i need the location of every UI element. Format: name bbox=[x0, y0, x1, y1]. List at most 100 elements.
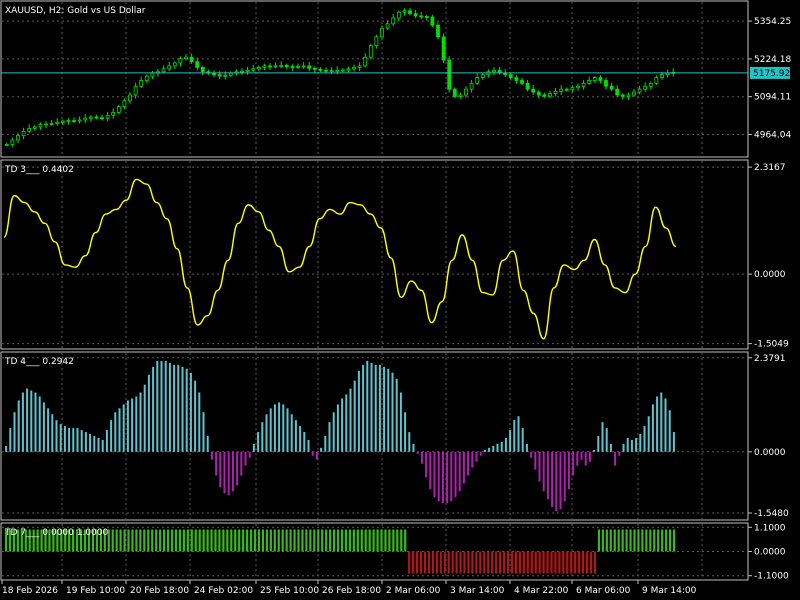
candle-body bbox=[648, 82, 653, 87]
candle-body bbox=[559, 88, 564, 92]
candle-body bbox=[72, 120, 76, 122]
candle-body bbox=[256, 66, 261, 70]
candle-body bbox=[268, 65, 272, 68]
candle-body bbox=[83, 117, 88, 121]
candle-body bbox=[469, 82, 474, 90]
td3-title: TD 3___ 0.4402 bbox=[4, 165, 74, 175]
candle-body bbox=[632, 91, 636, 96]
candle-body bbox=[16, 135, 20, 141]
candle-body bbox=[32, 126, 37, 129]
candle-body bbox=[116, 106, 121, 113]
candle-body bbox=[475, 77, 480, 84]
current-price-tag: 5175.92 bbox=[750, 66, 790, 79]
candle-body bbox=[290, 66, 295, 68]
candle-body bbox=[301, 65, 306, 68]
candle-body bbox=[122, 100, 127, 108]
candle-body bbox=[542, 94, 547, 97]
candle-body bbox=[464, 88, 468, 96]
candle-body bbox=[105, 114, 110, 119]
candle-body bbox=[637, 88, 642, 93]
candle-body bbox=[380, 27, 384, 38]
time-label: 24 Feb 02:00 bbox=[194, 586, 253, 596]
candle-body bbox=[436, 24, 440, 38]
candle-body bbox=[88, 116, 93, 119]
candle-body bbox=[452, 88, 457, 97]
candle-body bbox=[480, 74, 485, 78]
td7-title: TD 7___ 0.0000 1.0000 bbox=[4, 528, 108, 538]
candle-body bbox=[340, 69, 345, 72]
trading-chart[interactable]: XAUUSD, H2: Gold vs US Dollar 5354.25 522… bbox=[0, 0, 800, 600]
time-label: 9 Mar 14:00 bbox=[642, 586, 697, 596]
axis-tick-label: 5094.11 bbox=[754, 93, 791, 103]
candle-body bbox=[385, 23, 390, 29]
time-label: 26 Feb 18:00 bbox=[322, 586, 381, 596]
axis-tick-label: 5224.18 bbox=[754, 55, 791, 65]
candle-body bbox=[296, 66, 300, 68]
candle-body bbox=[49, 123, 54, 125]
candle-body bbox=[492, 69, 496, 73]
candle-body bbox=[161, 68, 166, 73]
candle-body bbox=[312, 67, 317, 70]
candle-body bbox=[324, 69, 328, 72]
candle-body bbox=[553, 91, 558, 94]
candle-body bbox=[441, 36, 446, 61]
candle-body bbox=[402, 10, 407, 13]
candle-body bbox=[368, 45, 373, 58]
candle-body bbox=[10, 139, 15, 145]
candle-body bbox=[150, 72, 155, 77]
candle-body bbox=[458, 94, 463, 97]
chart-background bbox=[0, 0, 800, 600]
candle-body bbox=[178, 58, 183, 64]
candle-body bbox=[228, 72, 233, 76]
candle-body bbox=[251, 68, 256, 71]
candle-body bbox=[357, 65, 362, 68]
candle-body bbox=[581, 82, 586, 87]
candle-body bbox=[587, 80, 592, 84]
candle-body bbox=[570, 87, 575, 91]
candle-body bbox=[508, 74, 513, 78]
candle-body bbox=[576, 85, 580, 89]
candle-body bbox=[307, 65, 312, 69]
time-label: 25 Feb 10:00 bbox=[260, 586, 319, 596]
axis-tick-label: 0.0000 bbox=[754, 448, 786, 458]
candle-body bbox=[626, 94, 631, 97]
candle-body bbox=[525, 82, 530, 90]
candle-body bbox=[139, 80, 144, 87]
candle-body bbox=[60, 120, 65, 123]
candle-body bbox=[604, 80, 608, 87]
candle-body bbox=[133, 85, 138, 96]
candle-body bbox=[66, 120, 71, 122]
candle-body bbox=[352, 66, 356, 70]
candle-body bbox=[531, 88, 536, 93]
candle-body bbox=[391, 17, 396, 25]
candle-body bbox=[172, 62, 177, 67]
candle-body bbox=[396, 11, 401, 19]
candle-body bbox=[284, 64, 289, 67]
candle-body bbox=[430, 16, 435, 26]
candle-body bbox=[245, 69, 250, 72]
candle-body bbox=[335, 69, 340, 72]
candle-body bbox=[318, 69, 323, 71]
candle-body bbox=[346, 68, 351, 71]
time-label: 2 Mar 06:00 bbox=[386, 586, 441, 596]
candle-body bbox=[620, 94, 625, 97]
candle-body bbox=[413, 13, 418, 17]
candle-body bbox=[21, 130, 26, 137]
candle-body bbox=[200, 66, 205, 73]
candle-body bbox=[363, 56, 368, 67]
candle-body bbox=[419, 15, 424, 18]
axis-tick-label: 2.3167 bbox=[754, 163, 786, 173]
candle-body bbox=[44, 123, 48, 126]
time-label: 18 Feb 2026 bbox=[2, 586, 58, 596]
time-label: 6 Mar 06:00 bbox=[576, 586, 631, 596]
axis-tick-label: 2.3791 bbox=[754, 354, 786, 364]
axis-tick-label: 1.1000 bbox=[754, 523, 786, 533]
axis-tick-label: -1.1000 bbox=[754, 572, 789, 582]
candle-body bbox=[189, 56, 194, 62]
candle-body bbox=[111, 112, 116, 116]
candle-body bbox=[273, 65, 278, 68]
time-label: 3 Mar 14:00 bbox=[450, 586, 505, 596]
candle-body bbox=[408, 10, 412, 15]
candle-body bbox=[94, 116, 99, 119]
time-label: 20 Feb 18:00 bbox=[130, 586, 189, 596]
